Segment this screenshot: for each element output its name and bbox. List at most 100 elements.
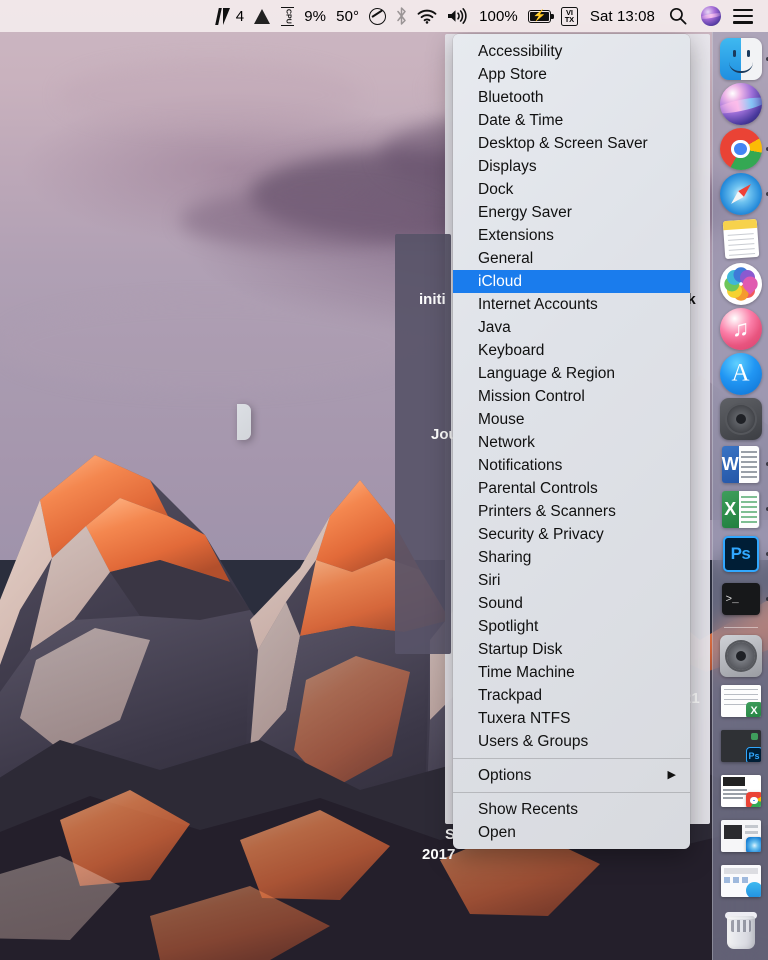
menu-item-date-time[interactable]: Date & Time <box>453 109 690 132</box>
menu-extra-volume[interactable] <box>442 0 474 32</box>
menu-extra-battery-percent[interactable]: 100% <box>474 0 523 32</box>
menu-item-label: Desktop & Screen Saver <box>478 132 648 155</box>
dock-minimized-chrome-window[interactable] <box>720 770 762 812</box>
dock-item-microsoft-excel[interactable]: X <box>720 488 762 530</box>
menu-extra-fan[interactable] <box>364 0 391 32</box>
menu-extra-wifi[interactable] <box>412 0 442 32</box>
dock-item-itunes[interactable]: ♫ <box>720 308 762 350</box>
menu-extra-bluetooth[interactable] <box>391 0 412 32</box>
menu-item-internet-accounts[interactable]: Internet Accounts <box>453 293 690 316</box>
menu-item-open[interactable]: Open <box>453 821 690 844</box>
menu-extra-google-drive[interactable] <box>249 0 276 32</box>
dock-minimized-safari-window[interactable] <box>720 815 762 857</box>
system-preferences-stack-icon <box>720 635 762 677</box>
menu-item-keyboard[interactable]: Keyboard <box>453 339 690 362</box>
dock-separator <box>724 627 758 628</box>
photoshop-icon: Ps <box>723 536 759 572</box>
dock-item-trash[interactable] <box>720 909 762 951</box>
lightning-bolt-icon: ⚡ <box>533 11 547 22</box>
dock-stack-system-preferences[interactable] <box>720 635 762 677</box>
music-note-icon: ♫ <box>732 317 749 340</box>
menu-item-users-groups[interactable]: Users & Groups <box>453 730 690 753</box>
menu-submenu-tab <box>237 404 251 440</box>
menu-item-printers-scanners[interactable]: Printers & Scanners <box>453 500 690 523</box>
menu-item-bluetooth[interactable]: Bluetooth <box>453 86 690 109</box>
photoshop-letter: Ps <box>731 544 751 564</box>
menu-item-label: Sound <box>478 592 523 615</box>
menu-item-siri[interactable]: Siri <box>453 569 690 592</box>
dock-item-siri[interactable] <box>720 83 762 125</box>
menu-item-parental-controls[interactable]: Parental Controls <box>453 477 690 500</box>
menu-item-label: Parental Controls <box>478 477 598 500</box>
menu-extra-cpu-percent[interactable]: 9% <box>299 0 331 32</box>
terminal-prompt: >_ <box>726 594 739 606</box>
menu-item-accessibility[interactable]: Accessibility <box>453 40 690 63</box>
wifi-icon <box>417 9 437 24</box>
menu-extra-vitx[interactable]: VI TX <box>556 0 583 32</box>
itunes-icon: ♫ <box>720 308 762 350</box>
menu-item-mission-control[interactable]: Mission Control <box>453 385 690 408</box>
menu-extra-battery[interactable]: ⚡ <box>523 0 556 32</box>
menu-extra-temperature[interactable]: 50° <box>331 0 364 32</box>
bgwin-text-fragment: 2017 <box>422 846 455 863</box>
menu-item-security-privacy[interactable]: Security & Privacy <box>453 523 690 546</box>
volume-icon <box>447 8 469 24</box>
dock-item-system-preferences[interactable] <box>720 398 762 440</box>
dock-item-safari[interactable] <box>720 173 762 215</box>
menu-item-label: Trackpad <box>478 684 542 707</box>
menu-bar[interactable]: 4 CPU 9% 50° <box>0 0 768 32</box>
notes-icon <box>722 219 759 259</box>
menu-item-label: Network <box>478 431 535 454</box>
affinity-icon <box>216 8 233 25</box>
menu-item-icloud[interactable]: iCloud <box>453 270 690 293</box>
dock-item-terminal[interactable]: >_ <box>720 578 762 620</box>
menu-item-sharing[interactable]: Sharing <box>453 546 690 569</box>
menu-item-app-store[interactable]: App Store <box>453 63 690 86</box>
menu-item-general[interactable]: General <box>453 247 690 270</box>
dock-minimized-finder-window[interactable] <box>720 860 762 902</box>
dock-item-notes[interactable] <box>720 218 762 260</box>
menu-item-network[interactable]: Network <box>453 431 690 454</box>
document-page <box>739 446 760 483</box>
menu-item-sound[interactable]: Sound <box>453 592 690 615</box>
menu-item-energy-saver[interactable]: Energy Saver <box>453 201 690 224</box>
menu-item-notifications[interactable]: Notifications <box>453 454 690 477</box>
dock-minimized-excel-window[interactable]: X <box>720 680 762 722</box>
menu-item-label: Language & Region <box>478 362 615 385</box>
menu-extra-affinity[interactable]: 4 <box>211 0 249 32</box>
dock-minimized-photoshop-window[interactable]: Ps <box>720 725 762 767</box>
menu-extra-cpu-monitor[interactable]: CPU <box>276 0 299 32</box>
spotlight-button[interactable] <box>662 0 694 32</box>
dock-item-photoshop[interactable]: Ps <box>720 533 762 575</box>
menu-item-mouse[interactable]: Mouse <box>453 408 690 431</box>
dock-item-chrome[interactable] <box>720 128 762 170</box>
menu-bar-clock[interactable]: Sat 13:08 <box>583 0 662 32</box>
menu-item-label: Displays <box>478 155 537 178</box>
menu-item-language-region[interactable]: Language & Region <box>453 362 690 385</box>
menu-item-extensions[interactable]: Extensions <box>453 224 690 247</box>
menu-items-list[interactable]: AccessibilityApp StoreBluetoothDate & Ti… <box>453 40 690 753</box>
menu-item-show-recents[interactable]: Show Recents <box>453 798 690 821</box>
menu-item-time-machine[interactable]: Time Machine <box>453 661 690 684</box>
menu-item-desktop-screen-saver[interactable]: Desktop & Screen Saver <box>453 132 690 155</box>
menu-item-startup-disk[interactable]: Startup Disk <box>453 638 690 661</box>
dock-item-photos[interactable] <box>720 263 762 305</box>
menu-item-trackpad[interactable]: Trackpad <box>453 684 690 707</box>
menu-item-displays[interactable]: Displays <box>453 155 690 178</box>
system-preferences-dropdown-menu[interactable]: AccessibilityApp StoreBluetoothDate & Ti… <box>453 34 690 849</box>
menu-item-label: Sharing <box>478 546 531 569</box>
menu-item-tuxera-ntfs[interactable]: Tuxera NTFS <box>453 707 690 730</box>
dock-item-app-store[interactable]: A <box>720 353 762 395</box>
dock[interactable]: ♫ A W X Ps <box>712 32 768 960</box>
dock-item-finder[interactable] <box>720 38 762 80</box>
menu-item-spotlight[interactable]: Spotlight <box>453 615 690 638</box>
notification-center-button[interactable] <box>728 0 758 32</box>
siri-button[interactable] <box>694 0 728 32</box>
menu-item-label: Printers & Scanners <box>478 500 616 523</box>
menu-item-options[interactable]: Options ▶ <box>453 764 690 787</box>
menu-item-dock[interactable]: Dock <box>453 178 690 201</box>
dock-item-microsoft-word[interactable]: W <box>720 443 762 485</box>
menu-item-label: Energy Saver <box>478 201 572 224</box>
menu-item-java[interactable]: Java <box>453 316 690 339</box>
search-icon <box>669 7 687 25</box>
